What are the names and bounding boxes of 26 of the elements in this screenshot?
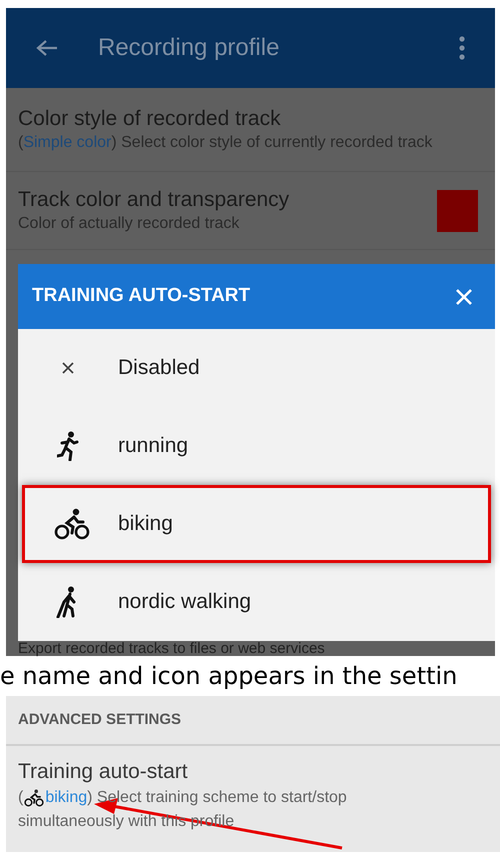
dialog-title: TRAINING AUTO-START bbox=[32, 284, 250, 308]
dialog-option[interactable]: running bbox=[18, 407, 495, 485]
back-icon[interactable] bbox=[36, 39, 58, 57]
setting-description: biking) Select training scheme to start/stop bbox=[45, 788, 347, 808]
caption-text: e name and icon appears in the settin bbox=[0, 661, 458, 692]
dialog-option[interactable]: nordic walking bbox=[18, 563, 495, 641]
more-options-icon[interactable] bbox=[459, 36, 465, 60]
option-label: biking bbox=[118, 511, 173, 538]
close-icon[interactable] bbox=[455, 288, 473, 306]
cyclist-icon bbox=[24, 789, 44, 807]
setting-title: Track color and transparency bbox=[18, 187, 290, 213]
setting-description: Export recorded tracks to files or web services bbox=[17, 641, 326, 656]
cyclist-icon bbox=[54, 508, 90, 540]
option-label: Disabled bbox=[118, 355, 200, 382]
option-label: nordic walking bbox=[118, 589, 252, 616]
option-label: running bbox=[118, 433, 188, 460]
paren-text: ( bbox=[18, 788, 24, 808]
setting-title: Color style of recorded track bbox=[18, 106, 282, 132]
dialog-option[interactable]: Disabled bbox=[18, 329, 495, 407]
color-swatch[interactable] bbox=[437, 190, 478, 232]
dialog-option[interactable]: biking bbox=[22, 485, 491, 563]
close-icon bbox=[61, 361, 75, 375]
setting-title: Training auto-start bbox=[18, 759, 189, 785]
section-header: ADVANCED SETTINGS bbox=[18, 710, 182, 730]
app-bar-title: Recording profile bbox=[98, 33, 280, 63]
runner-icon bbox=[57, 431, 79, 461]
